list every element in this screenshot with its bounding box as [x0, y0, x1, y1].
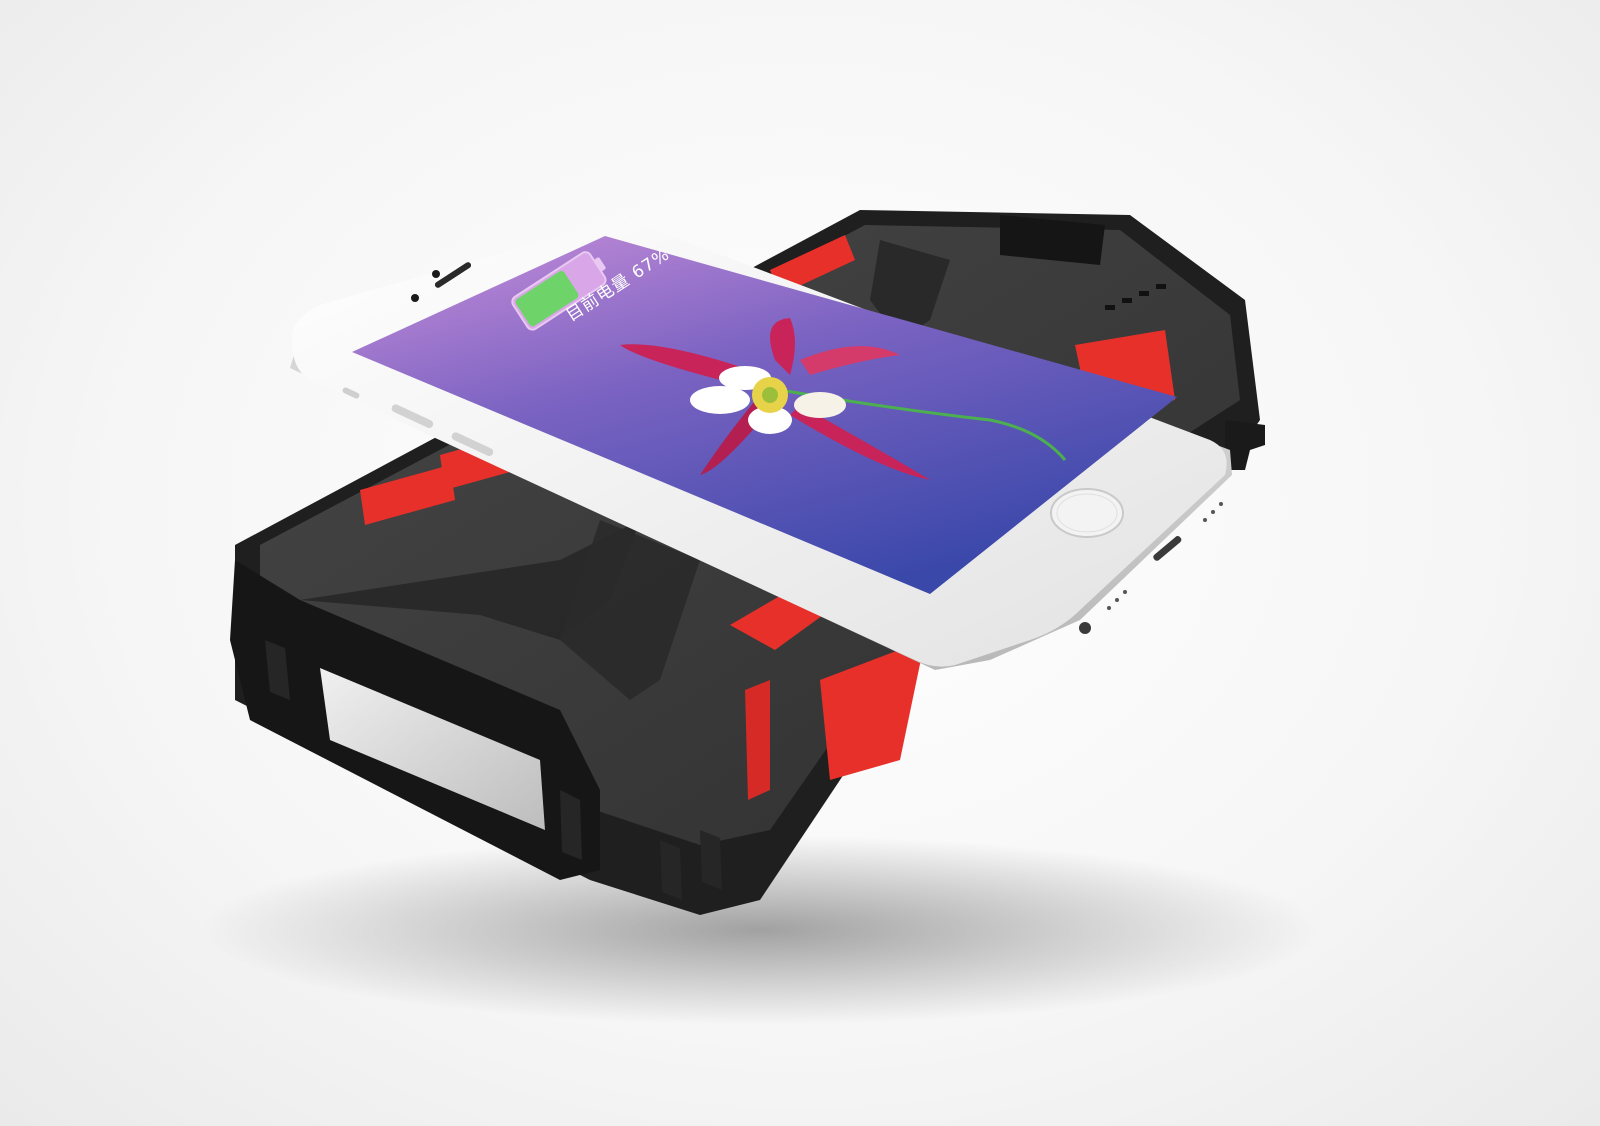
front-camera-icon — [432, 270, 440, 278]
flower-petal-white-1 — [690, 386, 750, 414]
proximity-sensor-icon — [411, 294, 419, 302]
home-button-icon — [1050, 488, 1124, 538]
grip-ridge-3 — [660, 840, 682, 900]
grip-ridge-4 — [700, 830, 722, 890]
product-scene — [200, 210, 1320, 1025]
red-accent-side-small — [745, 680, 770, 800]
headphone-jack — [1079, 622, 1091, 634]
flower-center-inner — [762, 387, 778, 403]
grip-ridge-2 — [560, 790, 582, 860]
flower-petal-white-3 — [794, 392, 846, 418]
